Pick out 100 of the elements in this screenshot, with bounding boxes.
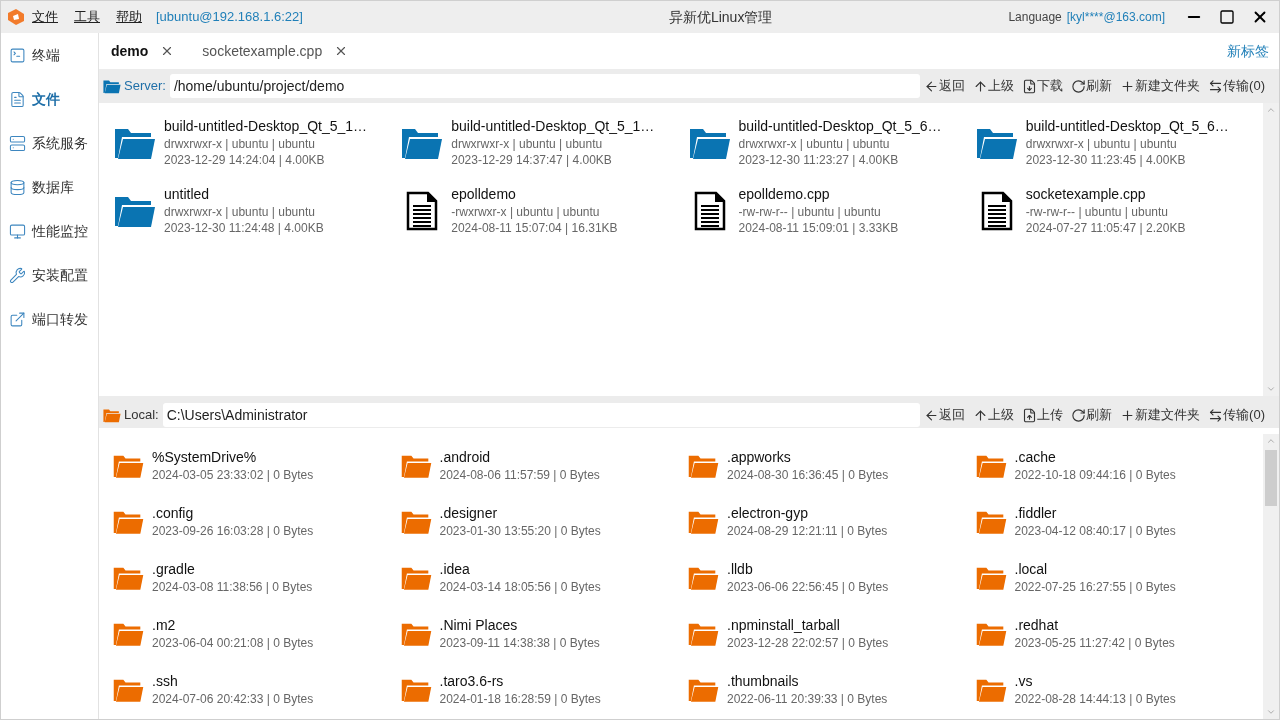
file-details: 2023-06-06 22:56:45 | 0 Bytes xyxy=(727,579,889,596)
toolbar-button[interactable]: 上传 xyxy=(1022,405,1064,425)
folder-icon xyxy=(401,126,444,160)
file-details: 2022-10-18 09:44:16 | 0 Bytes xyxy=(1014,467,1176,484)
file-name[interactable]: build-untitled-Desktop_Qt_5_6… xyxy=(1025,118,1229,134)
file-name[interactable]: .gradle xyxy=(152,560,313,578)
file-name[interactable]: .redhat xyxy=(1014,616,1175,634)
menu-item[interactable]: 文件 xyxy=(32,7,58,27)
forward-icon xyxy=(9,310,26,328)
scrollbar[interactable] xyxy=(1263,103,1279,396)
toolbar-button[interactable]: 传输(0) xyxy=(1208,405,1265,425)
transfer-icon xyxy=(1208,78,1224,94)
toolbar-button[interactable]: 刷新 xyxy=(1071,76,1113,96)
sidebar-item[interactable]: 系统服务 xyxy=(9,131,98,155)
file-details: 2024-08-06 11:57:59 | 0 Bytes xyxy=(439,467,600,484)
folder-icon xyxy=(114,126,156,160)
new-tab-link[interactable]: 新标签 xyxy=(1227,40,1269,62)
file-name[interactable]: .local xyxy=(1014,560,1176,578)
toolbar-button[interactable]: 上级 xyxy=(973,405,1015,425)
file-name[interactable]: .designer xyxy=(439,504,601,522)
toolbar-button[interactable]: 新建文件夹 xyxy=(1120,405,1201,425)
tab[interactable]: demo xyxy=(111,40,175,62)
toolbar-button[interactable]: 上级 xyxy=(973,76,1015,96)
scroll-up-icon xyxy=(1266,105,1276,115)
file-name[interactable]: epolldemo xyxy=(451,186,618,202)
path-field[interactable]: /home/ubuntu/project/demo xyxy=(169,74,921,98)
toolbar-button[interactable]: 新建文件夹 xyxy=(1120,76,1201,96)
window-title: 异新优Linux管理 xyxy=(667,7,774,27)
file-details: 2023-09-11 14:38:38 | 0 Bytes xyxy=(439,635,600,652)
toolbar-button[interactable]: 返回 xyxy=(924,76,966,96)
file-name[interactable]: .lldb xyxy=(727,560,889,578)
file-details: 2023-01-30 13:55:20 | 0 Bytes xyxy=(439,523,601,540)
file-name[interactable]: .thumbnails xyxy=(727,672,888,690)
file-name[interactable]: .vs xyxy=(1014,672,1176,690)
folder-icon xyxy=(400,509,432,535)
sidebar-item[interactable]: 终端 xyxy=(9,43,98,67)
file-name[interactable]: build-untitled-Desktop_Qt_5_6… xyxy=(738,118,942,134)
file-name[interactable]: .config xyxy=(152,504,314,522)
path-field[interactable]: C:\Users\Administrator xyxy=(162,403,921,427)
file-name[interactable]: epolldemo.cpp xyxy=(738,186,899,202)
toolbar-button[interactable]: 下载 xyxy=(1022,76,1064,96)
file-name[interactable]: socketexample.cpp xyxy=(1025,186,1186,202)
sidebar-item[interactable]: 端口转发 xyxy=(9,307,98,331)
file-details: 2024-03-14 18:05:56 | 0 Bytes xyxy=(439,579,601,596)
file-name[interactable]: .electron-gyp xyxy=(727,504,888,522)
file-name[interactable]: .fiddler xyxy=(1014,504,1176,522)
file-details: 2023-06-04 00:21:08 | 0 Bytes xyxy=(152,635,314,652)
sidebar-item[interactable]: 文件 xyxy=(9,87,98,111)
connection-label: [ubuntu@192.168.1.6:22] xyxy=(156,8,303,27)
sidebar-item[interactable]: 安装配置 xyxy=(9,263,98,287)
file-permissions: drwxrwxr-x | ubuntu | ubuntu xyxy=(738,136,891,152)
file-name[interactable]: %SystemDrive% xyxy=(152,448,314,466)
file-details: 2024-03-08 11:38:56 | 0 Bytes xyxy=(152,579,313,596)
download-icon xyxy=(1022,78,1038,94)
file-name[interactable]: build-untitled-Desktop_Qt_5_1… xyxy=(164,118,368,134)
file-name[interactable]: .android xyxy=(439,448,600,466)
folder-icon xyxy=(114,194,156,228)
folder-icon xyxy=(103,407,121,423)
scrollbar-thumb[interactable] xyxy=(1265,450,1277,506)
file-name[interactable]: build-untitled-Desktop_Qt_5_1… xyxy=(451,118,655,134)
back-icon xyxy=(924,78,940,94)
menu-item[interactable]: 工具 xyxy=(74,7,100,27)
terminal-icon xyxy=(9,46,26,64)
file-details: 2024-07-27 11:05:47 | 2.20KB xyxy=(1025,220,1186,236)
toolbar-button[interactable]: 传输(0) xyxy=(1208,76,1265,96)
file-name[interactable]: .ssh xyxy=(152,672,314,690)
file-name[interactable]: .Nimi Places xyxy=(439,616,600,634)
sidebar-item[interactable]: 数据库 xyxy=(9,175,98,199)
refresh-icon xyxy=(1071,407,1087,423)
menu-item[interactable]: 帮助 xyxy=(116,7,142,27)
sidebar-item[interactable]: 性能监控 xyxy=(9,219,98,243)
file-permissions: drwxrwxr-x | ubuntu | ubuntu xyxy=(164,204,316,220)
toolbar-button[interactable]: 返回 xyxy=(924,405,966,425)
file-details: 2022-06-11 20:39:33 | 0 Bytes xyxy=(727,691,888,708)
scrollbar[interactable] xyxy=(1263,434,1279,719)
toolbar-button[interactable]: 刷新 xyxy=(1071,405,1113,425)
file-name[interactable]: .idea xyxy=(439,560,601,578)
language-link[interactable]: Language xyxy=(1008,8,1062,26)
maximize-icon[interactable] xyxy=(1219,9,1235,25)
file-icon xyxy=(9,90,26,108)
app-logo-icon xyxy=(7,8,25,26)
file-details: 2024-08-11 15:09:01 | 3.33KB xyxy=(738,220,899,236)
folder-icon xyxy=(113,565,144,591)
file-details: 2023-09-26 16:03:28 | 0 Bytes xyxy=(152,523,314,540)
file-name[interactable]: .npminstall_tarball xyxy=(727,616,889,634)
folder-icon xyxy=(975,565,1007,591)
account-label: [kyl****@163.com] xyxy=(1066,9,1165,26)
file-details: 2024-01-18 16:28:59 | 0 Bytes xyxy=(439,691,601,708)
file-details: 2023-12-29 14:24:04 | 4.00KB xyxy=(164,152,326,168)
file-name[interactable]: .cache xyxy=(1014,448,1176,466)
folder-icon xyxy=(975,126,1018,160)
back-icon xyxy=(924,407,940,423)
file-name[interactable]: .appworks xyxy=(727,448,889,466)
file-details: 2022-07-25 16:27:55 | 0 Bytes xyxy=(1014,579,1176,596)
folder-icon xyxy=(113,509,144,535)
file-name[interactable]: .taro3.6-rs xyxy=(439,672,601,690)
file-details: 2023-12-28 22:02:57 | 0 Bytes xyxy=(727,635,889,652)
file-name[interactable]: untitled xyxy=(164,186,324,202)
tab[interactable]: socketexample.cpp xyxy=(202,40,349,62)
file-name[interactable]: .m2 xyxy=(152,616,314,634)
